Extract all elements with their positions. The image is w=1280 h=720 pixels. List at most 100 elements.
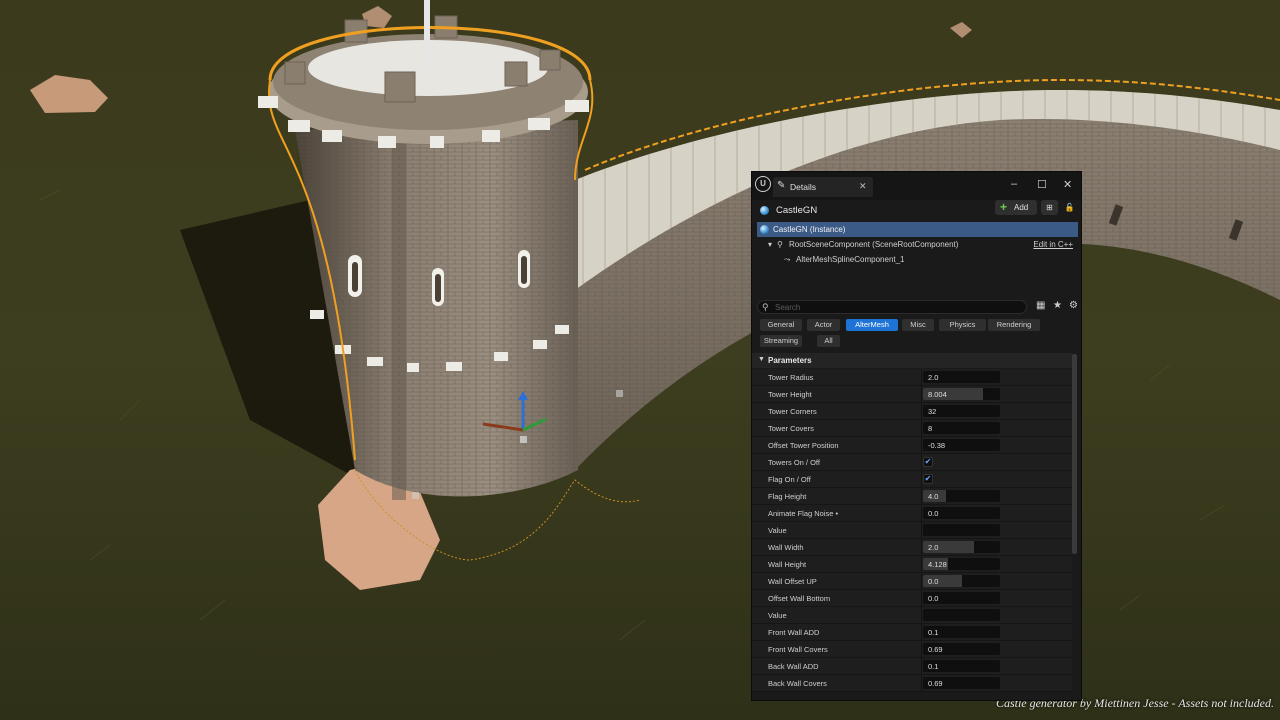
category-tab-physics[interactable]: Physics: [939, 319, 986, 331]
viewport-scene[interactable]: [0, 0, 1280, 720]
param-row: Tower Corners 32: [752, 403, 1072, 420]
category-tab-rendering[interactable]: Rendering: [988, 319, 1040, 331]
param-row: Wall Offset UP 0.0: [752, 573, 1072, 590]
param-value-field[interactable]: 32: [923, 405, 1000, 417]
column-divider[interactable]: [921, 437, 922, 454]
param-value-field[interactable]: 8: [923, 422, 1000, 434]
param-value: 0.0: [928, 577, 939, 586]
category-tab-general[interactable]: General: [760, 319, 802, 331]
column-divider[interactable]: [921, 624, 922, 641]
param-checkbox[interactable]: ✔: [923, 474, 933, 484]
column-divider[interactable]: [921, 590, 922, 607]
tree-item-scene-root[interactable]: ▾ ⚲ RootSceneComponent (SceneRootCompone…: [757, 237, 1078, 252]
param-value-field[interactable]: 0.1: [923, 626, 1000, 638]
parameters-header[interactable]: ▼ Parameters: [752, 353, 1072, 368]
param-value-field[interactable]: 0.69: [923, 677, 1000, 689]
instance-icon: [760, 225, 769, 234]
param-label: Wall Width: [768, 543, 804, 552]
param-value-field[interactable]: 0.0: [923, 575, 1000, 587]
param-value: -0.38: [928, 441, 946, 450]
param-row: Tower Height 8.004: [752, 386, 1072, 403]
maximize-button[interactable]: ☐: [1037, 178, 1047, 191]
column-divider[interactable]: [921, 471, 922, 488]
tree-item-instance[interactable]: CastleGN (Instance): [757, 222, 1078, 237]
search-input[interactable]: [775, 302, 1015, 312]
param-value: 8.004: [928, 390, 947, 399]
search-box[interactable]: ⚲: [757, 300, 1027, 314]
minimize-button[interactable]: –: [1011, 178, 1017, 190]
details-panel[interactable]: U ✎ Details ✕ – ☐ ✕ CastleGN + Add ⊞ 🔓 C…: [751, 171, 1082, 701]
category-tab-all[interactable]: All: [817, 335, 840, 347]
column-divider[interactable]: [921, 386, 922, 403]
column-divider[interactable]: [921, 454, 922, 471]
scrollbar[interactable]: [1072, 354, 1077, 554]
column-divider[interactable]: [921, 658, 922, 675]
param-value: 8: [928, 424, 933, 433]
param-value-field[interactable]: -0.38: [923, 439, 1000, 451]
column-divider[interactable]: [921, 522, 922, 539]
settings-gear-icon[interactable]: ⚙: [1069, 300, 1078, 311]
param-row: Tower Radius 2.0: [752, 369, 1072, 386]
param-value-field[interactable]: 0.0: [923, 592, 1000, 604]
add-component-button[interactable]: + Add: [995, 200, 1037, 215]
param-label: Value: [768, 526, 787, 535]
section-title: Parameters: [768, 356, 812, 365]
column-divider[interactable]: [921, 488, 922, 505]
table-view-icon[interactable]: ▦: [1036, 300, 1045, 311]
edit-in-cpp-link[interactable]: Edit in C++: [1033, 240, 1073, 249]
param-row: Wall Width 2.0: [752, 539, 1072, 556]
column-divider[interactable]: [921, 505, 922, 522]
param-value-field[interactable]: 4.128: [923, 558, 1000, 570]
tab-close-icon[interactable]: ✕: [859, 181, 867, 192]
param-value-field[interactable]: 2.0: [923, 371, 1000, 383]
param-row: Offset Tower Position -0.38: [752, 437, 1072, 454]
param-label: Tower Radius: [768, 373, 814, 382]
column-divider[interactable]: [921, 556, 922, 573]
param-label: Tower Covers: [768, 424, 814, 433]
tab-details[interactable]: ✎ Details ✕: [773, 177, 873, 197]
param-value: 2.0: [928, 543, 939, 552]
param-value: 0.1: [928, 662, 939, 671]
column-divider[interactable]: [921, 539, 922, 556]
column-divider[interactable]: [921, 573, 922, 590]
param-value: 0.1: [928, 628, 939, 637]
column-divider[interactable]: [921, 403, 922, 420]
category-tab-actor[interactable]: Actor: [807, 319, 840, 331]
param-value-field[interactable]: 0.0: [923, 507, 1000, 519]
param-value-field[interactable]: [923, 609, 1000, 621]
param-value-field[interactable]: 0.69: [923, 643, 1000, 655]
component-tree[interactable]: CastleGN (Instance) ▾ ⚲ RootSceneCompone…: [757, 222, 1078, 270]
column-divider[interactable]: [921, 369, 922, 386]
column-divider[interactable]: [921, 675, 922, 692]
param-checkbox[interactable]: ✔: [923, 457, 933, 467]
param-value-field[interactable]: [923, 524, 1000, 536]
collapse-arrow-icon[interactable]: ▾: [768, 240, 772, 249]
param-row: Front Wall Covers 0.69: [752, 641, 1072, 658]
param-value-field[interactable]: 2.0: [923, 541, 1000, 553]
param-label: Tower Height: [768, 390, 812, 399]
param-row: Animate Flag Noise • 0.0: [752, 505, 1072, 522]
param-row: Flag Height 4.0: [752, 488, 1072, 505]
param-value: 32: [928, 407, 937, 416]
favorite-star-icon[interactable]: ★: [1053, 300, 1062, 311]
category-tab-misc[interactable]: Misc: [902, 319, 934, 331]
category-tab-streaming[interactable]: Streaming: [760, 335, 802, 347]
blueprint-icon[interactable]: ⊞: [1041, 200, 1058, 215]
close-window-button[interactable]: ✕: [1063, 178, 1072, 191]
section-collapse-arrow-icon[interactable]: ▼: [758, 356, 765, 363]
param-value-field[interactable]: 4.0: [923, 490, 1000, 502]
details-titlebar[interactable]: U ✎ Details ✕ – ☐ ✕: [752, 172, 1081, 200]
category-tab-altermesh[interactable]: AlterMesh: [846, 319, 898, 331]
param-value-field[interactable]: 8.004: [923, 388, 1000, 400]
param-label: Back Wall ADD: [768, 662, 819, 671]
tree-item-spline[interactable]: ⤳ AlterMeshSplineComponent_1: [757, 252, 1078, 267]
lock-icon[interactable]: 🔓: [1061, 200, 1078, 215]
param-row: Front Wall ADD 0.1: [752, 624, 1072, 641]
param-value-field[interactable]: 0.1: [923, 660, 1000, 672]
plus-icon: +: [1000, 200, 1008, 214]
param-label: Flag On / Off: [768, 475, 811, 484]
column-divider[interactable]: [921, 641, 922, 658]
column-divider[interactable]: [921, 420, 922, 437]
column-divider[interactable]: [921, 607, 922, 624]
param-label: Flag Height: [768, 492, 807, 501]
